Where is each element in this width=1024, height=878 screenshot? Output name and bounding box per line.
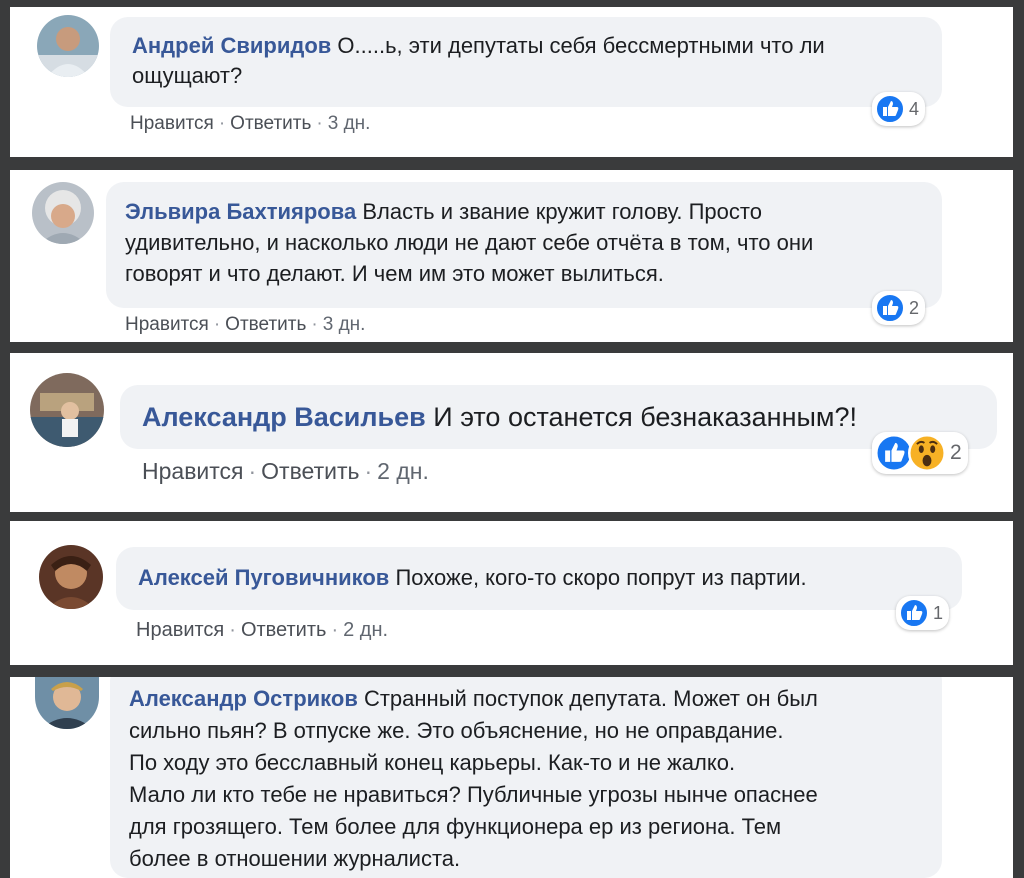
comment-card: Александр Васильев И это останется безна…: [10, 353, 1013, 512]
timestamp[interactable]: 3 дн.: [323, 314, 366, 335]
comment-text: По ходу это бесславный конец карьеры. Ка…: [129, 750, 736, 775]
reactions-badge[interactable]: 2: [872, 291, 926, 325]
comment-text: удивительно, и насколько люди не дают се…: [125, 230, 814, 255]
separator: ·: [316, 113, 323, 134]
reply-link[interactable]: Ответить: [225, 314, 306, 335]
comment-author[interactable]: Эльвира Бахтиярова: [125, 199, 356, 224]
like-icon: [875, 94, 905, 124]
reaction-count: 2: [950, 441, 962, 464]
avatar[interactable]: [35, 677, 99, 729]
like-icon: [899, 598, 929, 628]
comment-text: И это останется безнаказанным?!: [433, 402, 857, 432]
comment-text: О.....ь, эти депутаты себя бессмертными …: [337, 33, 825, 58]
comment-card: Эльвира Бахтиярова Власть и звание кружи…: [10, 170, 1013, 342]
reply-link[interactable]: Ответить: [261, 458, 359, 484]
comment-actions: Нравится · Ответить · 3 дн.: [125, 313, 365, 337]
like-link[interactable]: Нравится: [130, 113, 214, 134]
comment-text: Власть и звание кружит голову. Просто: [362, 199, 762, 224]
reactions-badge[interactable]: 2: [872, 432, 968, 474]
separator: ·: [331, 619, 339, 641]
avatar[interactable]: [37, 15, 99, 77]
avatar[interactable]: [39, 545, 103, 609]
comment-bubble: Эльвира Бахтиярова Власть и звание кружи…: [106, 182, 942, 308]
separator: ·: [213, 314, 221, 335]
reactions-badge[interactable]: 4: [872, 92, 926, 126]
comment-text: Мало ли кто тебе не нравиться? Публичные…: [129, 782, 818, 807]
timestamp[interactable]: 2 дн.: [377, 458, 429, 484]
comment-card: Алексей Пуговичников Похоже, кого-то ско…: [10, 521, 1013, 665]
reply-link[interactable]: Ответить: [230, 113, 311, 134]
reaction-count: 2: [909, 297, 920, 318]
reaction-count: 4: [909, 98, 920, 119]
comment-text: для грозящего. Тем более для функционера…: [129, 814, 782, 839]
reactions-badge[interactable]: 1: [896, 596, 950, 630]
separator: ·: [248, 458, 257, 484]
like-icon: [875, 293, 905, 323]
separator: ·: [218, 113, 226, 134]
comment-bubble: Александр Остриков Странный поступок деп…: [110, 677, 942, 878]
like-link[interactable]: Нравится: [142, 458, 244, 484]
wow-icon: [908, 434, 946, 472]
comment-actions: Нравится · Ответить · 2 дн.: [136, 617, 388, 643]
separator: ·: [229, 619, 236, 641]
separator: ·: [364, 458, 373, 484]
comment-text: ощущают?: [132, 63, 243, 88]
comment-actions: Нравится · Ответить · 3 дн.: [130, 112, 370, 136]
separator: ·: [311, 314, 318, 335]
like-link[interactable]: Нравится: [125, 314, 209, 335]
comment-card: Андрей Свиридов О.....ь, эти депутаты се…: [10, 7, 1013, 157]
comment-text: Странный поступок депутата. Может он был: [363, 686, 818, 711]
comment-text: Похоже, кого-то скоро попрут из партии.: [395, 565, 807, 590]
comment-bubble: Андрей Свиридов О.....ь, эти депутаты се…: [110, 17, 942, 107]
timestamp[interactable]: 3 дн.: [328, 113, 371, 134]
comment-actions: Нравится · Ответить · 2 дн.: [142, 456, 429, 486]
comment-bubble: Алексей Пуговичников Похоже, кого-то ско…: [116, 547, 962, 610]
avatar[interactable]: [32, 182, 94, 244]
comment-text: более в отношении журналиста.: [129, 846, 461, 871]
reaction-count: 1: [933, 602, 944, 623]
timestamp[interactable]: 2 дн.: [343, 619, 388, 641]
comment-author[interactable]: Александр Остриков: [129, 686, 358, 711]
comment-author[interactable]: Александр Васильев: [142, 402, 426, 432]
comment-author[interactable]: Алексей Пуговичников: [138, 565, 389, 590]
comment-bubble: Александр Васильев И это останется безна…: [120, 385, 997, 449]
reply-link[interactable]: Ответить: [241, 619, 327, 641]
comment-text: говорят и что делают. И чем им это может…: [125, 261, 664, 286]
comment-author[interactable]: Андрей Свиридов: [132, 33, 331, 58]
comment-card: Александр Остриков Странный поступок деп…: [10, 677, 1013, 878]
like-link[interactable]: Нравится: [136, 619, 224, 641]
avatar[interactable]: [30, 373, 104, 447]
comment-text: сильно пьян? В отпуске же. Это объяснени…: [129, 718, 784, 743]
